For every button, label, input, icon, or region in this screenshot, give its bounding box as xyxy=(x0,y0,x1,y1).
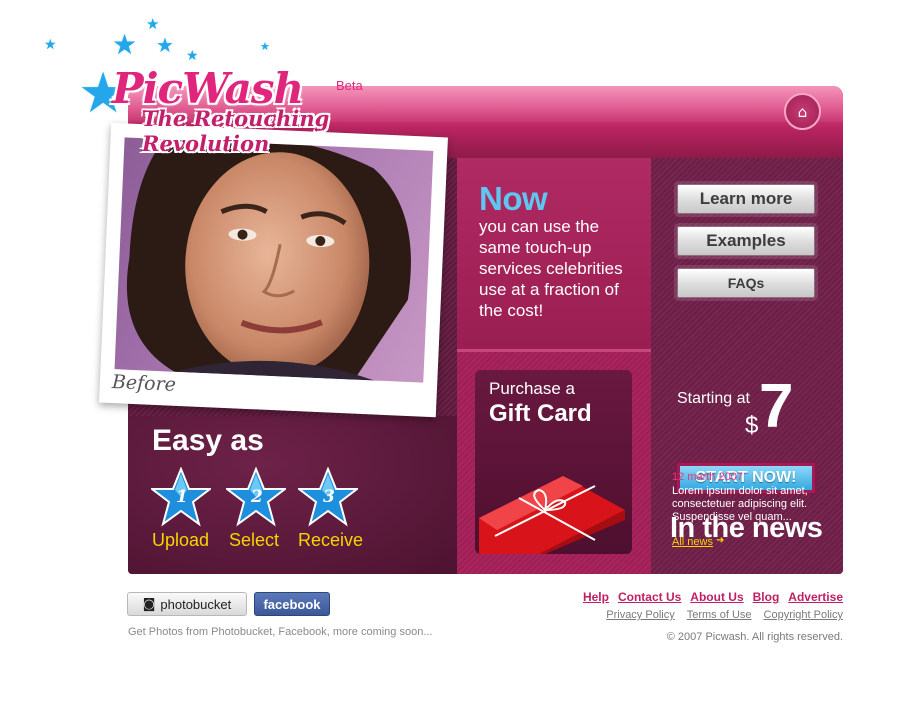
decor-star-icon: ★ xyxy=(156,33,174,57)
decor-star-icon: ★ xyxy=(112,28,138,61)
picwash-logo[interactable]: PicWash Beta The Retouching Revolution xyxy=(78,60,458,160)
faqs-button[interactable]: FAQs xyxy=(677,268,815,298)
decor-star-icon: ★ xyxy=(260,40,270,53)
photo-sources-note: Get Photos from Photobucket, Facebook, m… xyxy=(128,626,433,638)
footer-legal-links: Privacy Policy Terms of Use Copyright Po… xyxy=(606,609,843,621)
facebook-label: facebook xyxy=(263,596,321,612)
photobucket-button[interactable]: ◙ photobucket xyxy=(127,592,247,616)
step-1-label: Upload xyxy=(152,530,210,550)
help-link[interactable]: Help xyxy=(583,590,609,604)
copyright-text: © 2007 Picwash. All rights reserved. xyxy=(666,631,843,643)
photobucket-label: photobucket xyxy=(160,596,232,612)
terms-of-use-link[interactable]: Terms of Use xyxy=(687,609,752,621)
step-2-number: 2 xyxy=(251,487,263,507)
copyright-policy-link[interactable]: Copyright Policy xyxy=(764,609,843,621)
before-photo xyxy=(114,137,434,383)
promo-column: Now you can use the same touch-up servic… xyxy=(457,158,651,574)
examples-button[interactable]: Examples xyxy=(677,226,815,256)
step-1-number: 1 xyxy=(176,487,188,507)
step-2-label: Select xyxy=(229,530,280,550)
blog-link[interactable]: Blog xyxy=(753,590,780,604)
home-button[interactable]: ⌂ xyxy=(784,93,821,130)
step-3-label: Receive xyxy=(298,530,364,550)
learn-more-button[interactable]: Learn more xyxy=(677,184,815,214)
examples-label: Examples xyxy=(706,231,786,250)
portrait-illustration xyxy=(126,137,411,381)
logo-beta-label: Beta xyxy=(336,78,363,93)
gift-card-pre: Purchase a xyxy=(489,379,575,398)
advertise-link[interactable]: Advertise xyxy=(788,590,843,604)
news-date: 12 marth 2007 xyxy=(672,471,743,483)
faqs-label: FAQs xyxy=(727,275,765,291)
footer-main-links: Help Contact Us About Us Blog Advertise xyxy=(583,590,843,604)
learn-more-label: Learn more xyxy=(699,189,793,208)
promo-headline: Now xyxy=(479,180,548,217)
steps-title: Easy as xyxy=(152,424,264,457)
decor-star-icon: ★ xyxy=(146,15,160,33)
news-excerpt[interactable]: Lorem ipsum dolor sit amet, consectetuer… xyxy=(672,485,822,524)
gift-card-title: Gift Card xyxy=(489,400,592,427)
contact-us-link[interactable]: Contact Us xyxy=(618,590,681,604)
currency-symbol: $ xyxy=(745,412,759,439)
home-icon: ⌂ xyxy=(797,102,808,121)
gift-card-banner[interactable]: Purchase a Gift Card xyxy=(475,370,632,554)
privacy-policy-link[interactable]: Privacy Policy xyxy=(606,609,674,621)
starting-at-label: Starting at xyxy=(677,390,750,407)
decor-star-icon: ★ xyxy=(44,37,57,53)
logo-tagline: The Retouching Revolution xyxy=(142,106,330,156)
before-caption: Before xyxy=(111,371,177,396)
about-us-link[interactable]: About Us xyxy=(690,590,743,604)
facebook-button[interactable]: facebook xyxy=(254,592,330,616)
step-3-number: 3 xyxy=(323,487,335,507)
before-photo-frame: Before xyxy=(99,122,448,418)
arrow-right-icon: ➜ xyxy=(716,535,725,546)
gift-package-icon xyxy=(479,476,625,554)
price-amount: 7 xyxy=(759,372,794,441)
camera-icon: ◙ xyxy=(142,596,156,612)
promo-body: you can use the same touch-up services c… xyxy=(479,217,623,320)
all-news-link[interactable]: All news xyxy=(672,536,713,548)
promo-box: Now you can use the same touch-up servic… xyxy=(457,158,651,352)
